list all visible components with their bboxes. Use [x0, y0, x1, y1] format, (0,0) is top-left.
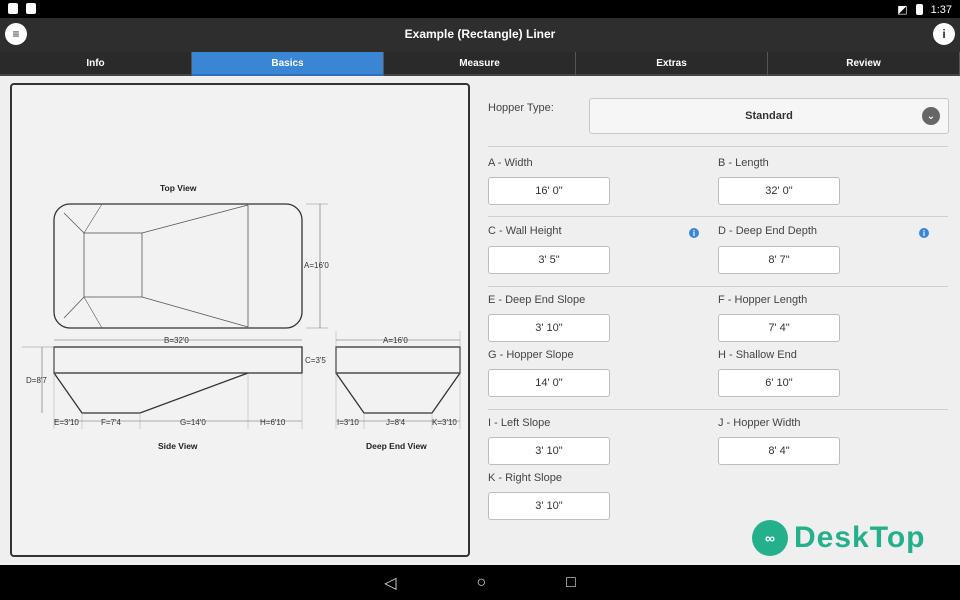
status-bar: ◩ 1:37	[0, 0, 960, 18]
image-icon	[26, 3, 36, 14]
divider	[488, 409, 948, 410]
tab-review[interactable]: Review	[768, 52, 960, 76]
dim-b-label: B=32'0	[164, 336, 189, 345]
a-width-label: A - Width	[488, 157, 533, 169]
no-sim-icon: ◩	[897, 4, 908, 16]
info-icon[interactable]: i	[689, 228, 699, 238]
watermark-text: DeskTop	[794, 521, 926, 554]
pool-diagram-svg: Top View A=16'0 B=32'0 C=3'5 D=8'7 E=3'1…	[22, 183, 461, 451]
f-hopper-length-field[interactable]: 7' 4"	[718, 314, 840, 342]
divider	[488, 216, 948, 217]
dim-c-label: C=3'5	[305, 356, 326, 365]
title-bar: ≡ Example (Rectangle) Liner i	[0, 18, 960, 52]
deep-end-view-profile	[335, 372, 461, 414]
dim-g-label: G=14'0	[180, 418, 206, 427]
d-deep-end-depth-label: D - Deep End Depth	[718, 225, 818, 237]
tab-info[interactable]: Info	[0, 52, 192, 76]
d-deep-end-depth-field[interactable]: 8' 7"	[718, 246, 840, 274]
deep-end-view-label: Deep End View	[366, 441, 427, 451]
tab-extras[interactable]: Extras	[576, 52, 768, 76]
notification-icon	[8, 3, 18, 14]
i-left-slope-label: I - Left Slope	[488, 417, 551, 429]
tab-bar: Info Basics Measure Extras Review	[0, 52, 960, 76]
info-icon[interactable]: i	[919, 228, 929, 238]
page-title: Example (Rectangle) Liner	[404, 27, 556, 41]
side-view-label: Side View	[158, 441, 198, 451]
navigation-bar: ◁ ○ □	[0, 565, 960, 600]
tab-measure[interactable]: Measure	[384, 52, 576, 76]
divider	[488, 286, 948, 287]
dim-j-label: J=8'4	[386, 418, 406, 427]
h-shallow-end-field[interactable]: 6' 10"	[718, 369, 840, 397]
dim-a-end-label: A=16'0	[383, 336, 408, 345]
b-length-field[interactable]: 32' 0"	[718, 177, 840, 205]
back-icon[interactable]: ◁	[384, 573, 396, 593]
hopper-type-label: Hopper Type:	[488, 102, 554, 114]
a-width-field[interactable]: 16' 0"	[488, 177, 610, 205]
dim-a-label: A=16'0	[304, 261, 329, 270]
j-hopper-width-label: J - Hopper Width	[718, 417, 801, 429]
side-view-top	[53, 346, 303, 374]
tab-basics[interactable]: Basics	[192, 52, 384, 76]
dim-h-label: H=6'10	[260, 418, 286, 427]
recents-icon[interactable]: □	[566, 574, 576, 592]
e-deep-end-slope-field[interactable]: 3' 10"	[488, 314, 610, 342]
watermark-logo-icon: ∞	[752, 520, 788, 556]
hopper-type-select[interactable]: Standard ⌄	[589, 98, 949, 134]
i-left-slope-field[interactable]: 3' 10"	[488, 437, 610, 465]
b-length-label: B - Length	[718, 157, 769, 169]
pool-diagram: Top View A=16'0 B=32'0 C=3'5 D=8'7 E=3'1…	[10, 83, 470, 557]
k-right-slope-field[interactable]: 3' 10"	[488, 492, 610, 520]
clock: 1:37	[930, 3, 952, 16]
hopper-type-value: Standard	[745, 110, 793, 122]
deep-end-view-top	[335, 346, 461, 374]
j-hopper-width-field[interactable]: 8' 4"	[718, 437, 840, 465]
f-hopper-length-label: F - Hopper Length	[718, 294, 808, 306]
c-wall-height-label: C - Wall Height	[488, 225, 562, 237]
c-wall-height-field[interactable]: 3' 5"	[488, 246, 610, 274]
chevron-down-icon[interactable]: ⌄	[922, 107, 940, 125]
g-hopper-slope-label: G - Hopper Slope	[488, 349, 574, 361]
h-shallow-end-label: H - Shallow End	[718, 349, 797, 361]
e-deep-end-slope-label: E - Deep End Slope	[488, 294, 586, 306]
dim-d-label: D=8'7	[26, 376, 47, 385]
top-view-label: Top View	[160, 183, 197, 193]
home-icon[interactable]: ○	[476, 574, 486, 592]
divider	[488, 146, 948, 147]
side-view-profile	[53, 372, 249, 414]
dim-f-label: F=7'4	[101, 418, 122, 427]
k-right-slope-label: K - Right Slope	[488, 472, 562, 484]
dim-k-label: K=3'10	[432, 418, 457, 427]
g-hopper-slope-field[interactable]: 14' 0"	[488, 369, 610, 397]
dim-e-label: E=3'10	[54, 418, 79, 427]
app-screen: ◩ 1:37 ≡ Example (Rectangle) Liner i Inf…	[0, 0, 960, 600]
battery-icon	[915, 4, 923, 15]
info-icon[interactable]: i	[933, 23, 955, 45]
dim-i-label: I=3'10	[337, 418, 359, 427]
watermark: ∞ DeskTop	[752, 520, 925, 556]
top-view-hopper	[83, 232, 143, 298]
